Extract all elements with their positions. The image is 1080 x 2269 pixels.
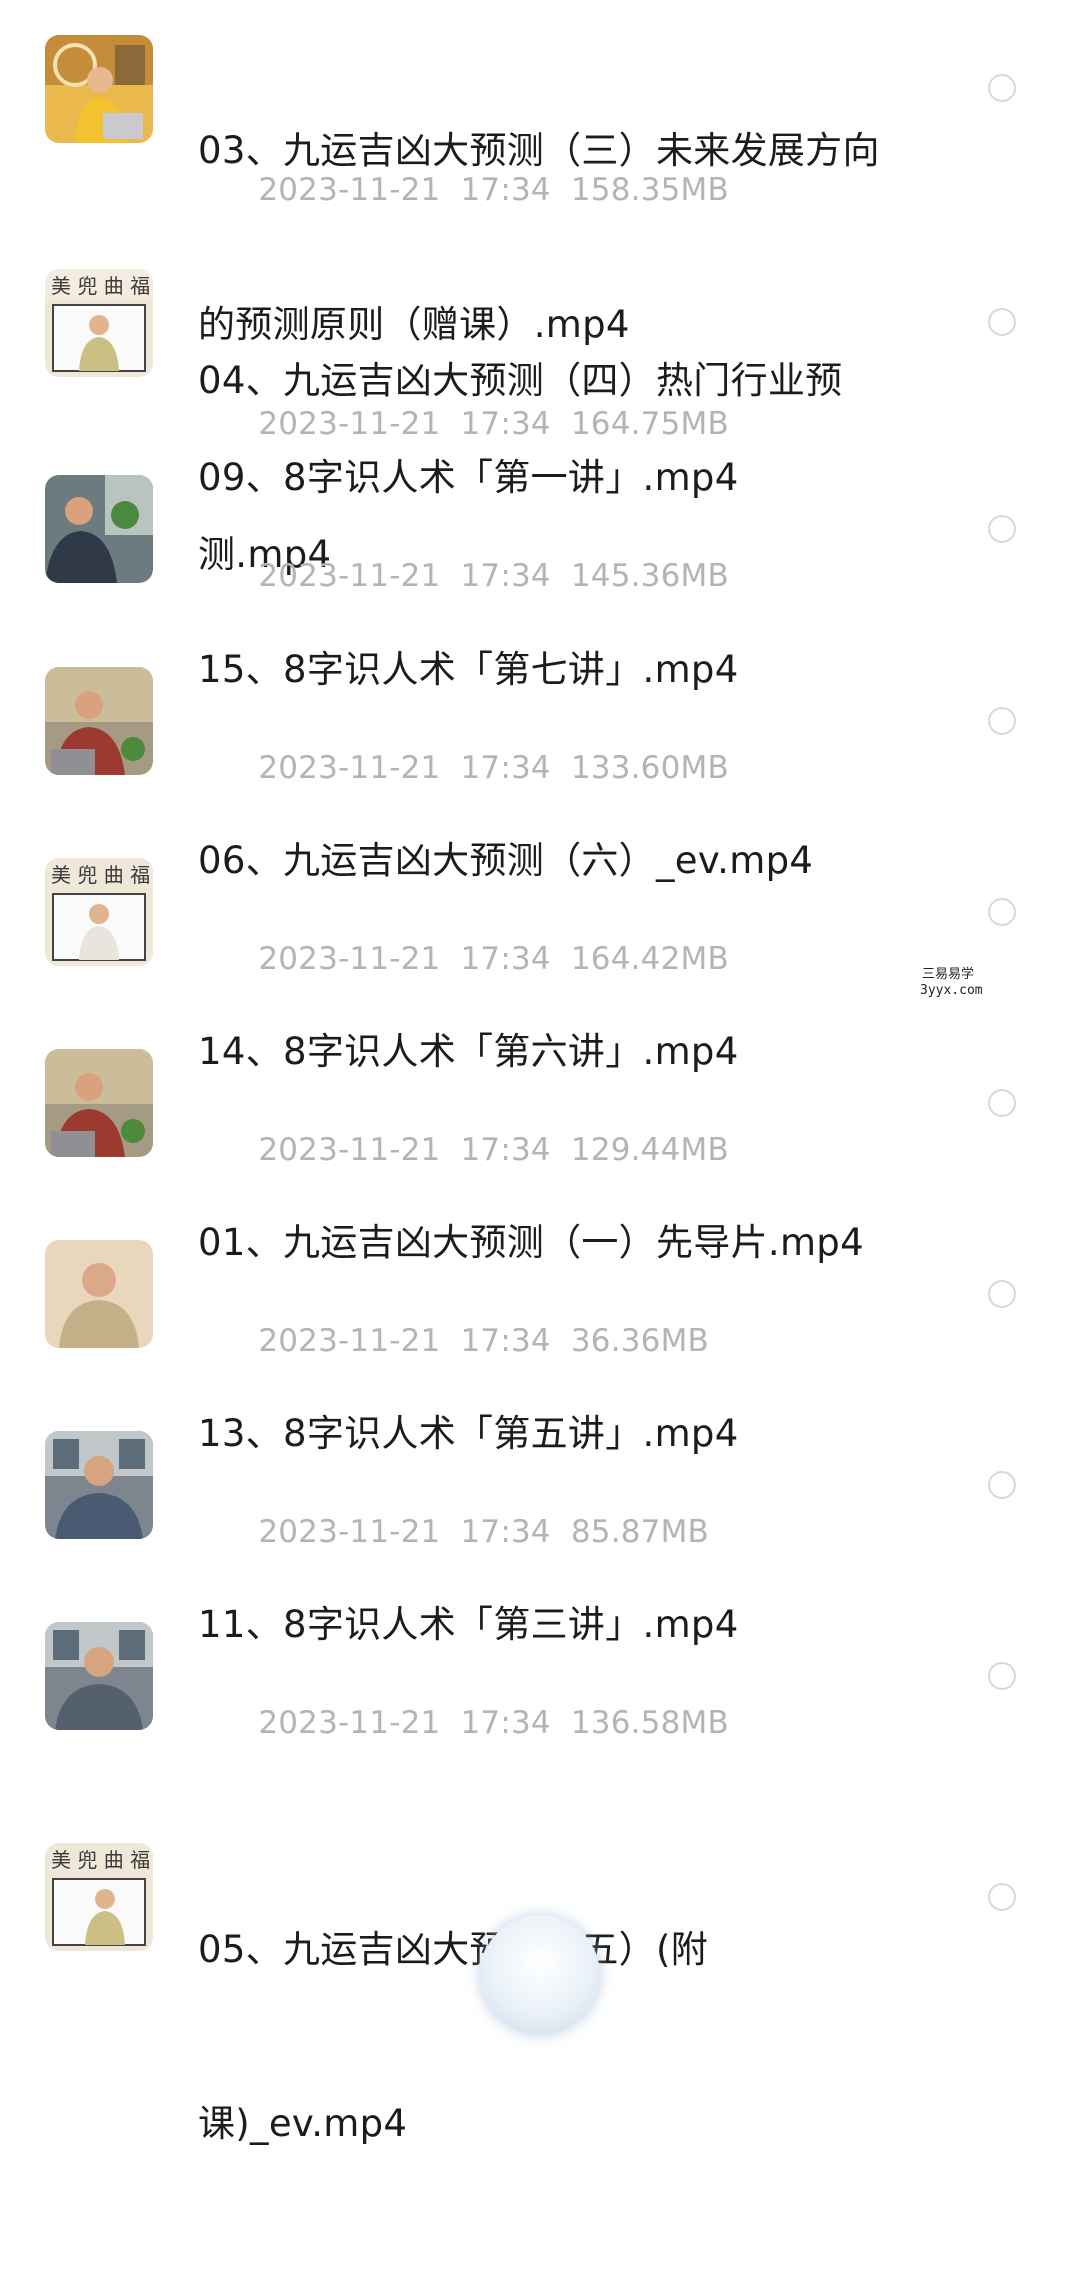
file-time: 17:34 (460, 1514, 551, 1550)
file-size: 145.36MB (570, 558, 729, 594)
file-size: 136.58MB (570, 1705, 729, 1741)
file-row[interactable]: 美 兜 曲 福 04、九运吉凶大预测（四）热门行业预 测.mp4 2023-11… (0, 230, 1080, 576)
file-meta: 2023-11-21 17:34 133.60MB (198, 708, 729, 828)
file-time: 17:34 (460, 558, 551, 594)
file-date: 2023-11-21 (258, 172, 441, 208)
file-name: 06、九运吉凶大预测（六）_ev.mp4 (198, 839, 814, 882)
file-meta: 2023-11-21 17:34 136.58MB (198, 1663, 729, 1783)
file-name: 13、8字识人术「第五讲」.mp4 (198, 1412, 739, 1455)
file-date: 2023-11-21 (258, 1323, 441, 1359)
file-time: 17:34 (460, 1705, 551, 1741)
file-size: 129.44MB (570, 1132, 729, 1168)
select-radio[interactable] (988, 898, 1016, 926)
file-size: 133.60MB (570, 750, 729, 786)
file-date: 2023-11-21 (258, 750, 441, 786)
file-row[interactable]: 01、九运吉凶大预测（一）先导片.mp4 2023-11-21 17:34 36.3… (0, 1221, 1080, 1390)
select-radio[interactable] (988, 515, 1016, 543)
file-meta: 2023-11-21 17:34 129.44MB (198, 1090, 729, 1210)
select-radio[interactable] (988, 1883, 1016, 1911)
video-thumbnail: 美 兜 曲 福 (45, 858, 153, 966)
file-row[interactable]: 15、8字识人术「第七讲」.mp4 2023-11-21 17:34 133.60M… (0, 648, 1080, 817)
floating-assistant-button[interactable] (480, 1915, 600, 2035)
file-size: 158.35MB (570, 172, 729, 208)
select-radio[interactable] (988, 1280, 1016, 1308)
file-meta: 2023-11-21 17:34 145.36MB (198, 516, 729, 636)
file-time: 17:34 (460, 172, 551, 208)
video-thumbnail: 美 兜 曲 福 (45, 1843, 153, 1951)
select-radio[interactable] (988, 1089, 1016, 1117)
file-row[interactable]: 13、8字识人术「第五讲」.mp4 2023-11-21 17:34 85.87MB (0, 1412, 1080, 1581)
video-thumbnail (45, 35, 153, 143)
file-time: 17:34 (460, 1323, 551, 1359)
file-time: 17:34 (460, 941, 551, 977)
file-row[interactable]: 11、8字识人术「第三讲」.mp4 2023-11-21 17:34 136.58M… (0, 1603, 1080, 1772)
file-meta: 2023-11-21 17:34 36.36MB (198, 1281, 709, 1401)
file-name: 11、8字识人术「第三讲」.mp4 (198, 1603, 739, 1646)
watermark: 三易易学 3yyx.com (826, 955, 1080, 1003)
file-time: 17:34 (460, 1132, 551, 1168)
watermark-title: 三易易学 (922, 967, 975, 982)
select-radio[interactable] (988, 1471, 1016, 1499)
video-thumbnail (45, 1240, 153, 1348)
select-radio[interactable] (988, 1662, 1016, 1690)
video-thumbnail (45, 667, 153, 775)
file-name: 01、九运吉凶大预测（一）先导片.mp4 (198, 1221, 864, 1264)
file-date: 2023-11-21 (258, 558, 441, 594)
video-thumbnail (45, 475, 153, 583)
file-row[interactable]: 03、九运吉凶大预测（三）未来发展方向 的预测原则（赠课）.mp4 2023-1… (0, 0, 1080, 346)
file-date: 2023-11-21 (258, 1132, 441, 1168)
file-name: 14、8字识人术「第六讲」.mp4 (198, 1030, 739, 1073)
video-thumbnail (45, 1431, 153, 1539)
file-size: 164.75MB (570, 406, 729, 442)
file-date: 2023-11-21 (258, 1514, 441, 1550)
svg-text:美 兜 曲 福: 美 兜 曲 福 (51, 274, 150, 298)
file-row[interactable]: 09、8字识人术「第一讲」.mp4 2023-11-21 17:34 145.36M… (0, 456, 1080, 625)
svg-text:美 兜 曲 福: 美 兜 曲 福 (51, 1848, 150, 1872)
video-thumbnail (45, 1049, 153, 1157)
file-size: 85.87MB (570, 1514, 710, 1550)
file-row[interactable]: 14、8字识人术「第六讲」.mp4 2023-11-21 17:34 129.44M… (0, 1030, 1080, 1199)
file-meta: 2023-11-21 17:34 164.42MB (198, 899, 729, 1019)
video-thumbnail: 美 兜 曲 福 (45, 269, 153, 377)
file-time: 17:34 (460, 750, 551, 786)
file-name: 15、8字识人术「第七讲」.mp4 (198, 648, 739, 691)
select-radio[interactable] (988, 707, 1016, 735)
svg-text:美 兜 曲 福: 美 兜 曲 福 (51, 863, 150, 887)
select-radio[interactable] (988, 74, 1016, 102)
file-time: 17:34 (460, 406, 551, 442)
file-size: 36.36MB (570, 1323, 710, 1359)
watermark-url: 3yyx.com (920, 983, 983, 998)
file-name: 05、九运吉凶大预测（五）(附 课)_ev.mp4 (198, 1928, 709, 2145)
file-meta: 2023-11-21 17:34 85.87MB (198, 1472, 709, 1592)
select-radio[interactable] (988, 308, 1016, 336)
file-size: 164.42MB (570, 941, 729, 977)
file-date: 2023-11-21 (258, 1705, 441, 1741)
file-date: 2023-11-21 (258, 941, 441, 977)
file-name: 09、8字识人术「第一讲」.mp4 (198, 456, 739, 499)
video-thumbnail (45, 1622, 153, 1730)
file-date: 2023-11-21 (258, 406, 441, 442)
